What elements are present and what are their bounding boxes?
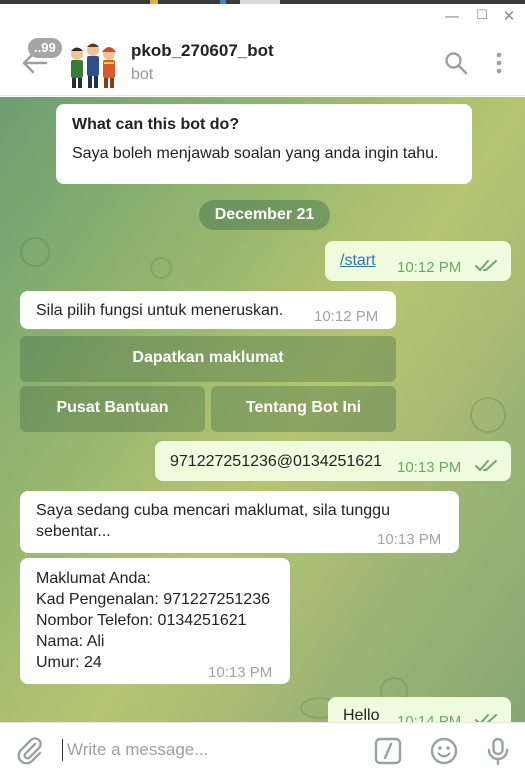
unread-badge: ..99 (28, 38, 62, 58)
search-icon[interactable] (443, 50, 469, 76)
read-checkmarks-icon (475, 714, 497, 722)
message-outgoing[interactable]: 971227251236@0134251621 10:13 PM (155, 441, 511, 481)
info-line: Maklumat Anda: (36, 570, 151, 587)
doodle-pattern (20, 237, 50, 267)
inline-button-tentang-bot[interactable]: Tentang Bot Ini (211, 386, 396, 432)
read-checkmarks-icon (475, 260, 497, 272)
message-outgoing[interactable]: Hello 10:14 PM (328, 697, 511, 722)
message-time: 10:13 PM (397, 459, 462, 476)
message-time: 10:13 PM (208, 664, 273, 681)
message-incoming[interactable]: Maklumat Anda: Kad Pengenalan: 971227251… (20, 558, 290, 684)
message-composer: Write a message... (0, 722, 525, 777)
message-incoming[interactable]: Saya sedang cuba mencari maklumat, sila … (20, 491, 459, 553)
window-titlebar: — ☐ ✕ (0, 0, 525, 30)
message-input[interactable]: Write a message... (62, 739, 208, 761)
chat-title[interactable]: pkob_270607_bot (131, 41, 274, 61)
chat-subtitle: bot (131, 66, 154, 83)
taskbar-strip (0, 0, 525, 4)
info-line: Nama: Ali (36, 633, 105, 650)
read-checkmarks-icon (475, 460, 497, 472)
bot-description-heading: What can this bot do? (72, 116, 240, 133)
maximize-button[interactable]: ☐ (472, 7, 492, 25)
message-time: 10:12 PM (397, 259, 462, 276)
doodle-pattern (470, 397, 506, 433)
bot-command-link[interactable]: /start (340, 250, 376, 271)
inline-button-dapatkan-maklumat[interactable]: Dapatkan maklumat (20, 336, 396, 382)
message-text: Hello (343, 707, 380, 722)
info-line: Kad Pengenalan: 971227251236 (36, 591, 270, 608)
message-text: Sila pilih fungsi untuk meneruskan. (36, 302, 284, 319)
bot-description-card: What can this bot do? Saya boleh menjawa… (56, 104, 472, 184)
microphone-icon[interactable] (482, 735, 514, 767)
message-text: Saya sedang cuba mencari maklumat, sila … (36, 502, 390, 540)
close-button[interactable]: ✕ (499, 7, 519, 25)
bot-description-text: Saya boleh menjawab soalan yang anda ing… (72, 145, 439, 162)
message-time: 10:12 PM (314, 308, 379, 325)
message-time: 10:14 PM (397, 713, 462, 722)
message-outgoing[interactable]: /start 10:12 PM (325, 241, 511, 281)
chat-history[interactable]: What can this bot do? Saya boleh menjawa… (0, 97, 525, 722)
message-text: 971227251236@0134251621 (170, 453, 383, 470)
emoji-icon[interactable] (428, 735, 460, 767)
attach-icon[interactable] (14, 735, 46, 767)
date-separator: December 21 (199, 200, 330, 230)
doodle-pattern (150, 257, 172, 279)
inline-button-pusat-bantuan[interactable]: Pusat Bantuan (20, 386, 205, 432)
minimize-button[interactable]: — (442, 7, 462, 25)
more-vert-icon[interactable] (486, 50, 512, 76)
bot-avatar[interactable] (64, 36, 122, 90)
chat-header: ..99 pkob_270607_bot bot (0, 30, 525, 96)
bot-command-icon[interactable] (372, 735, 404, 767)
message-incoming[interactable]: Sila pilih fungsi untuk meneruskan. 10:1… (20, 291, 396, 329)
message-time: 10:13 PM (377, 531, 442, 548)
message-text: Maklumat Anda: Kad Pengenalan: 971227251… (36, 568, 270, 673)
info-line: Nombor Telefon: 0134251621 (36, 612, 247, 629)
